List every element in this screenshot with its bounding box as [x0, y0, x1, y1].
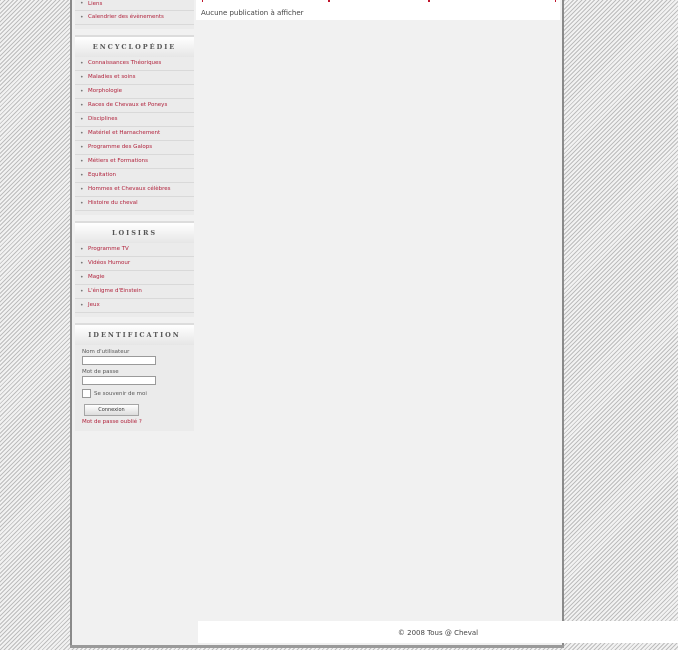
login-form: Nom d'utilisateur Mot de passe Se souven… [75, 345, 194, 431]
login-button[interactable]: Connexion [84, 404, 139, 416]
menu-item-galops[interactable]: • Programme des Galops [75, 141, 194, 155]
menu-item-label: Programme TV [88, 246, 129, 252]
bullet-icon: • [80, 130, 84, 137]
bullet-icon: • [80, 116, 84, 123]
menu-item-hommes-chevaux[interactable]: • Hommes et Chevaux célèbres [75, 183, 194, 197]
loisirs-title: LOISIRS [75, 221, 194, 243]
bullet-icon: • [80, 60, 84, 67]
bullet-icon: • [80, 14, 84, 21]
bullet-icon: • [80, 186, 84, 193]
left-sidebar: • Liens • Calendrier des évènements ENCYCL… [75, 0, 194, 437]
menu-item-label: Races de Chevaux et Poneys [88, 102, 168, 108]
menu-item-label: Magie [88, 274, 105, 280]
bullet-icon: • [80, 302, 84, 309]
menu-item-label: Equitation [88, 172, 117, 178]
menu-item-label: Liens [88, 1, 103, 7]
bullet-icon: • [80, 288, 84, 295]
menu-item-label: L'énigme d'Einstein [88, 288, 142, 294]
menu-item-enigme[interactable]: • L'énigme d'Einstein [75, 285, 194, 299]
encyclopedie-menu: • Connaissances Théoriques • Maladies et s… [75, 57, 194, 215]
username-input[interactable] [82, 356, 156, 365]
menu-item-label: Vidéos Humour [88, 260, 131, 266]
tab-3[interactable] [428, 0, 556, 2]
menu-item-label: Disciplines [88, 116, 118, 122]
bullet-icon: • [80, 88, 84, 95]
menu-item-morphologie[interactable]: • Morphologie [75, 85, 194, 99]
menu-item-jeux[interactable]: • Jeux [75, 299, 194, 313]
bullet-icon: • [80, 0, 84, 7]
encyclopedie-block: ENCYCLOPÉDIE • Connaissances Théoriques •… [75, 35, 194, 215]
menu-item-label: Histoire du cheval [88, 200, 138, 206]
remember-checkbox[interactable] [82, 389, 91, 398]
menu-item-disciplines[interactable]: • Disciplines [75, 113, 194, 127]
identification-title: IDENTIFICATION [75, 323, 194, 345]
menu-item-calendrier[interactable]: • Calendrier des évènements [75, 11, 194, 25]
links-block: • Liens • Calendrier des évènements [75, 0, 194, 29]
username-label: Nom d'utilisateur [82, 349, 130, 355]
bullet-icon: • [80, 246, 84, 253]
footer: © 2008 Tous @ Cheval [198, 621, 678, 643]
bullet-icon: • [80, 274, 84, 281]
menu-item-label: Matériel et Harnachement [88, 130, 161, 136]
menu-item-label: Calendrier des évènements [88, 14, 164, 20]
loisirs-menu: • Programme TV • Vidéos Humour • Magie • L'é… [75, 243, 194, 317]
bullet-icon: • [80, 102, 84, 109]
bullet-icon: • [80, 74, 84, 81]
bullet-icon: • [80, 260, 84, 267]
menu-item-programme-tv[interactable]: • Programme TV [75, 243, 194, 257]
page-frame-bottom [70, 645, 564, 648]
remember-label: Se souvenir de moi [94, 390, 147, 397]
menu-item-equitation[interactable]: • Equitation [75, 169, 194, 183]
bullet-icon: • [80, 200, 84, 207]
encyclopedie-title: ENCYCLOPÉDIE [75, 35, 194, 57]
bullet-icon: • [80, 172, 84, 179]
password-input[interactable] [82, 376, 156, 385]
identification-block: IDENTIFICATION Nom d'utilisateur Mot de … [75, 323, 194, 431]
menu-item-videos-humour[interactable]: • Vidéos Humour [75, 257, 194, 271]
forgot-password-link[interactable]: Mot de passe oublié ? [82, 419, 187, 425]
menu-item-maladies[interactable]: • Maladies et soins [75, 71, 194, 85]
menu-item-magie[interactable]: • Magie [75, 271, 194, 285]
menu-item-label: Jeux [88, 302, 100, 308]
menu-item-label: Hommes et Chevaux célèbres [88, 186, 171, 192]
menu-item-materiel[interactable]: • Matériel et Harnachement [75, 127, 194, 141]
menu-item-histoire[interactable]: • Histoire du cheval [75, 197, 194, 211]
menu-item-liens[interactable]: • Liens [75, 0, 194, 11]
bullet-icon: • [80, 158, 84, 165]
tab-2[interactable] [328, 0, 430, 2]
menu-item-label: Métiers et Formations [88, 158, 148, 164]
tab-1[interactable] [202, 0, 330, 2]
password-label: Mot de passe [82, 369, 119, 375]
menu-item-races[interactable]: • Races de Chevaux et Poneys [75, 99, 194, 113]
menu-item-label: Programme des Galops [88, 144, 153, 150]
bullet-icon: • [80, 144, 84, 151]
menu-item-label: Maladies et soins [88, 74, 136, 80]
footer-copyright: © 2008 Tous @ Cheval [397, 629, 479, 637]
menu-item-connaissances[interactable]: • Connaissances Théoriques [75, 57, 194, 71]
links-menu: • Liens • Calendrier des évènements [75, 0, 194, 29]
menu-item-label: Morphologie [88, 88, 123, 94]
menu-item-label: Connaissances Théoriques [88, 60, 162, 66]
main-content: Aucune publication à afficher [196, 0, 560, 620]
loisirs-block: LOISIRS • Programme TV • Vidéos Humour • Ma… [75, 221, 194, 317]
menu-item-metiers[interactable]: • Métiers et Formations [75, 155, 194, 169]
no-publication-notice: Aucune publication à afficher [201, 9, 304, 17]
remember-row: Se souvenir de moi [82, 389, 187, 398]
